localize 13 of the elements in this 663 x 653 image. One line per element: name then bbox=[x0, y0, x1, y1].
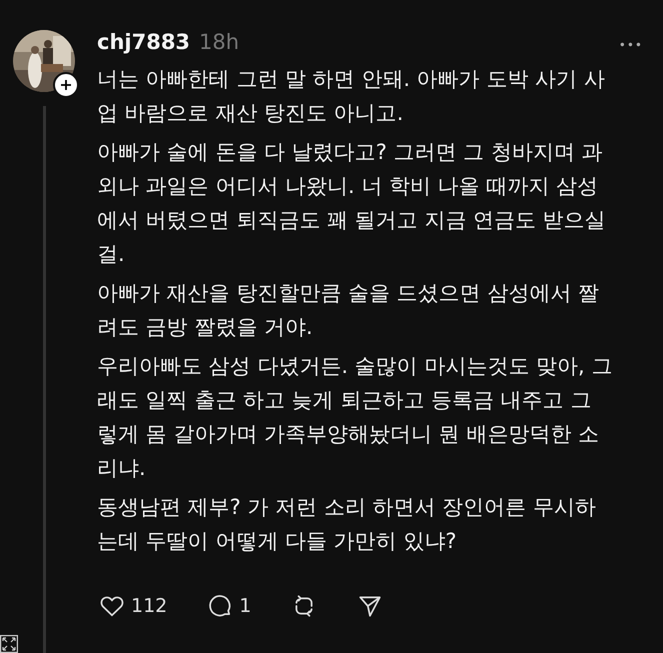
post-paragraph: 너는 아빠한테 그런 말 하면 안돼. 아빠가 도박 사기 사 업 바람으로 재산 탕진도 아니고. bbox=[97, 66, 606, 127]
more-button[interactable]: ••• bbox=[618, 38, 643, 52]
post-paragraph: 아빠가 재산을 탕진할만큼 술을 드셨으면 삼성에서 짤 려도 금방 짤렸을 거야. bbox=[97, 280, 600, 341]
action-count: 1 bbox=[239, 595, 252, 617]
post-paragraph: 동생남편 제부? 가 저런 소리 하면서 장인어른 무시하 는데 두딸이 어떻게 다들 가만히 있냐? bbox=[97, 494, 597, 555]
action-count: 112 bbox=[131, 595, 168, 617]
post-time: 18h bbox=[199, 30, 240, 54]
plus-icon bbox=[60, 79, 72, 91]
speech-bubble-icon[interactable] bbox=[207, 593, 234, 619]
username[interactable]: chj7883 bbox=[97, 30, 190, 54]
expand-icon[interactable] bbox=[0, 635, 18, 653]
post-paragraph: 아빠가 술에 돈을 다 날렸다고? 그러면 그 청바지며 과 외나 과일은 어디서 나왔니. 너 학비 나올 때까지 삼성 에서 버텼으면 퇴직금도 꽤 될거고 지금 연금도 받으실 걸. bbox=[97, 139, 607, 268]
post-paragraph: 우리아빠도 삼성 다녔거든. 술많이 마시는것도 맞아, 그 래도 일찍 출근 하고 늦게 퇴근하고 등록금 내주고 그 렇게 몸 갈아가며 가족부양해놨더니 뭔 배은망덕한 소 리냐. bbox=[97, 353, 614, 482]
